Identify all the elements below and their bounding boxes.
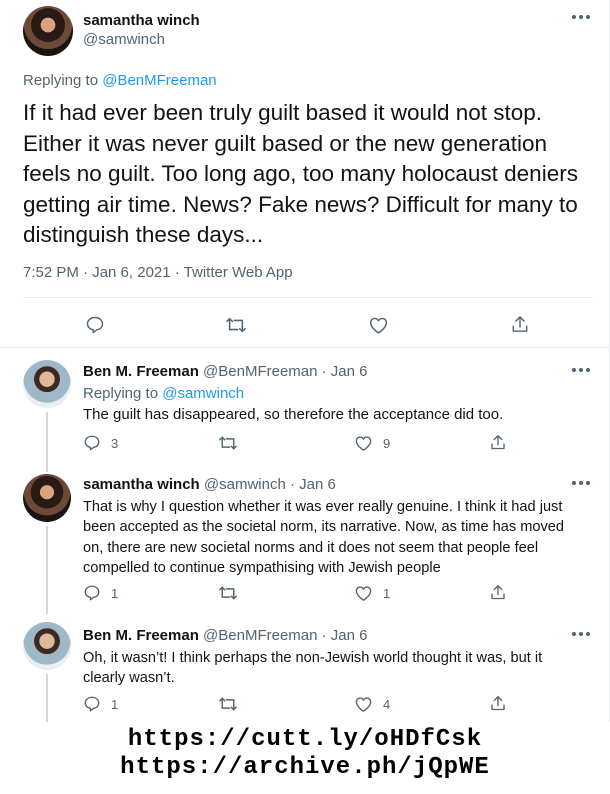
replying-to-label: Replying to: [83, 385, 159, 402]
share-icon: [491, 435, 505, 450]
reply-icon: [84, 435, 100, 451]
heart-icon: [369, 317, 388, 334]
reply-icon: [84, 696, 100, 712]
reply-icon: [84, 585, 100, 601]
author-display-name[interactable]: samantha winch: [83, 476, 200, 493]
like-button[interactable]: 4: [354, 695, 390, 713]
heart-icon: [355, 436, 372, 451]
reply-button[interactable]: 3: [83, 434, 118, 452]
archive-urls: https://cutt.ly/oHDfCsk https://archive.…: [0, 726, 610, 782]
reply-header: Ben M. Freeman @BenMFreeman · Jan 6: [83, 627, 368, 644]
heart-icon: [355, 586, 372, 601]
retweet-icon: [219, 436, 237, 450]
like-count: 4: [383, 696, 391, 712]
reply-tweet[interactable]: samantha winch @samwinch · Jan 6 That is…: [0, 462, 610, 614]
thread-connector: [46, 526, 48, 614]
thread-connector: [46, 674, 48, 722]
replying-to-handle-link[interactable]: @BenMFreeman: [102, 72, 216, 89]
like-count: 9: [383, 435, 391, 451]
tweet-timestamp[interactable]: 7:52 PM · Jan 6, 2021 · Twitter Web App: [23, 264, 293, 281]
reply-button[interactable]: [85, 315, 105, 335]
reply-count: 1: [111, 696, 119, 712]
author-handle-date[interactable]: @BenMFreeman · Jan 6: [203, 363, 367, 380]
share-button[interactable]: [489, 433, 507, 452]
reply-tweet[interactable]: Ben M. Freeman @BenMFreeman · Jan 6 Oh, …: [0, 612, 610, 722]
retweet-button[interactable]: [218, 584, 248, 602]
reply-button[interactable]: 1: [83, 695, 118, 713]
like-button[interactable]: [368, 315, 389, 335]
heart-icon: [355, 697, 372, 712]
author-display-name[interactable]: Ben M. Freeman: [83, 363, 199, 380]
tweet-text: If it had ever been truly guilt based it…: [23, 100, 578, 247]
retweet-icon: [219, 697, 237, 711]
tweet-text: That is why I question whether it was ev…: [83, 499, 565, 577]
more-options-icon[interactable]: [572, 14, 592, 20]
retweet-button[interactable]: [218, 434, 248, 452]
replying-to-label: Replying to: [23, 72, 99, 89]
more-options-icon[interactable]: [572, 367, 592, 373]
url-line-1: https://cutt.ly/oHDfCsk: [127, 726, 483, 753]
avatar[interactable]: [23, 6, 73, 56]
author-display-name[interactable]: Ben M. Freeman: [83, 627, 199, 644]
like-count: 1: [383, 585, 391, 601]
author-handle[interactable]: @samwinch: [83, 31, 165, 48]
avatar[interactable]: [23, 622, 71, 670]
share-icon: [512, 316, 528, 332]
author-handle-date[interactable]: @samwinch · Jan 6: [204, 476, 336, 493]
thread-connector: [46, 462, 48, 472]
reply-header: samantha winch @samwinch · Jan 6: [83, 476, 336, 493]
reply-icon: [86, 316, 104, 334]
reply-tweet[interactable]: Ben M. Freeman @BenMFreeman · Jan 6 Repl…: [0, 348, 610, 464]
share-button[interactable]: [489, 694, 507, 713]
tweet-thread-card: samantha winch @samwinch Replying to @Be…: [0, 0, 610, 722]
retweet-button[interactable]: [218, 695, 248, 713]
avatar[interactable]: [23, 474, 71, 522]
divider: [23, 297, 593, 298]
reply-button[interactable]: 1: [83, 584, 118, 602]
share-icon: [491, 585, 505, 600]
replying-to-handle-link[interactable]: @samwinch: [162, 385, 244, 402]
retweet-icon: [226, 317, 246, 333]
tweet-text: Oh, it wasn’t! I think perhaps the non-J…: [83, 650, 543, 687]
like-button[interactable]: 9: [354, 434, 390, 452]
retweet-icon: [219, 586, 237, 600]
replying-to-line: Replying to @BenMFreeman: [23, 72, 217, 89]
share-icon: [491, 696, 505, 711]
retweet-button[interactable]: [225, 315, 247, 335]
replying-to-line: Replying to @samwinch: [83, 385, 244, 402]
url-line-2: https://archive.ph/jQpWE: [120, 754, 490, 781]
tweet-text: The guilt has disappeared, so therefore …: [83, 406, 504, 423]
like-button[interactable]: 1: [354, 584, 390, 602]
author-display-name[interactable]: samantha winch: [83, 12, 200, 29]
author-handle-date[interactable]: @BenMFreeman · Jan 6: [203, 627, 367, 644]
more-options-icon[interactable]: [572, 480, 592, 486]
reply-count: 3: [111, 435, 119, 451]
reply-count: 1: [111, 585, 119, 601]
share-button[interactable]: [489, 583, 507, 602]
reply-header: Ben M. Freeman @BenMFreeman · Jan 6: [83, 363, 368, 380]
avatar[interactable]: [23, 360, 71, 408]
share-button[interactable]: [510, 314, 530, 335]
more-options-icon[interactable]: [572, 631, 592, 637]
thread-connector: [46, 412, 48, 464]
